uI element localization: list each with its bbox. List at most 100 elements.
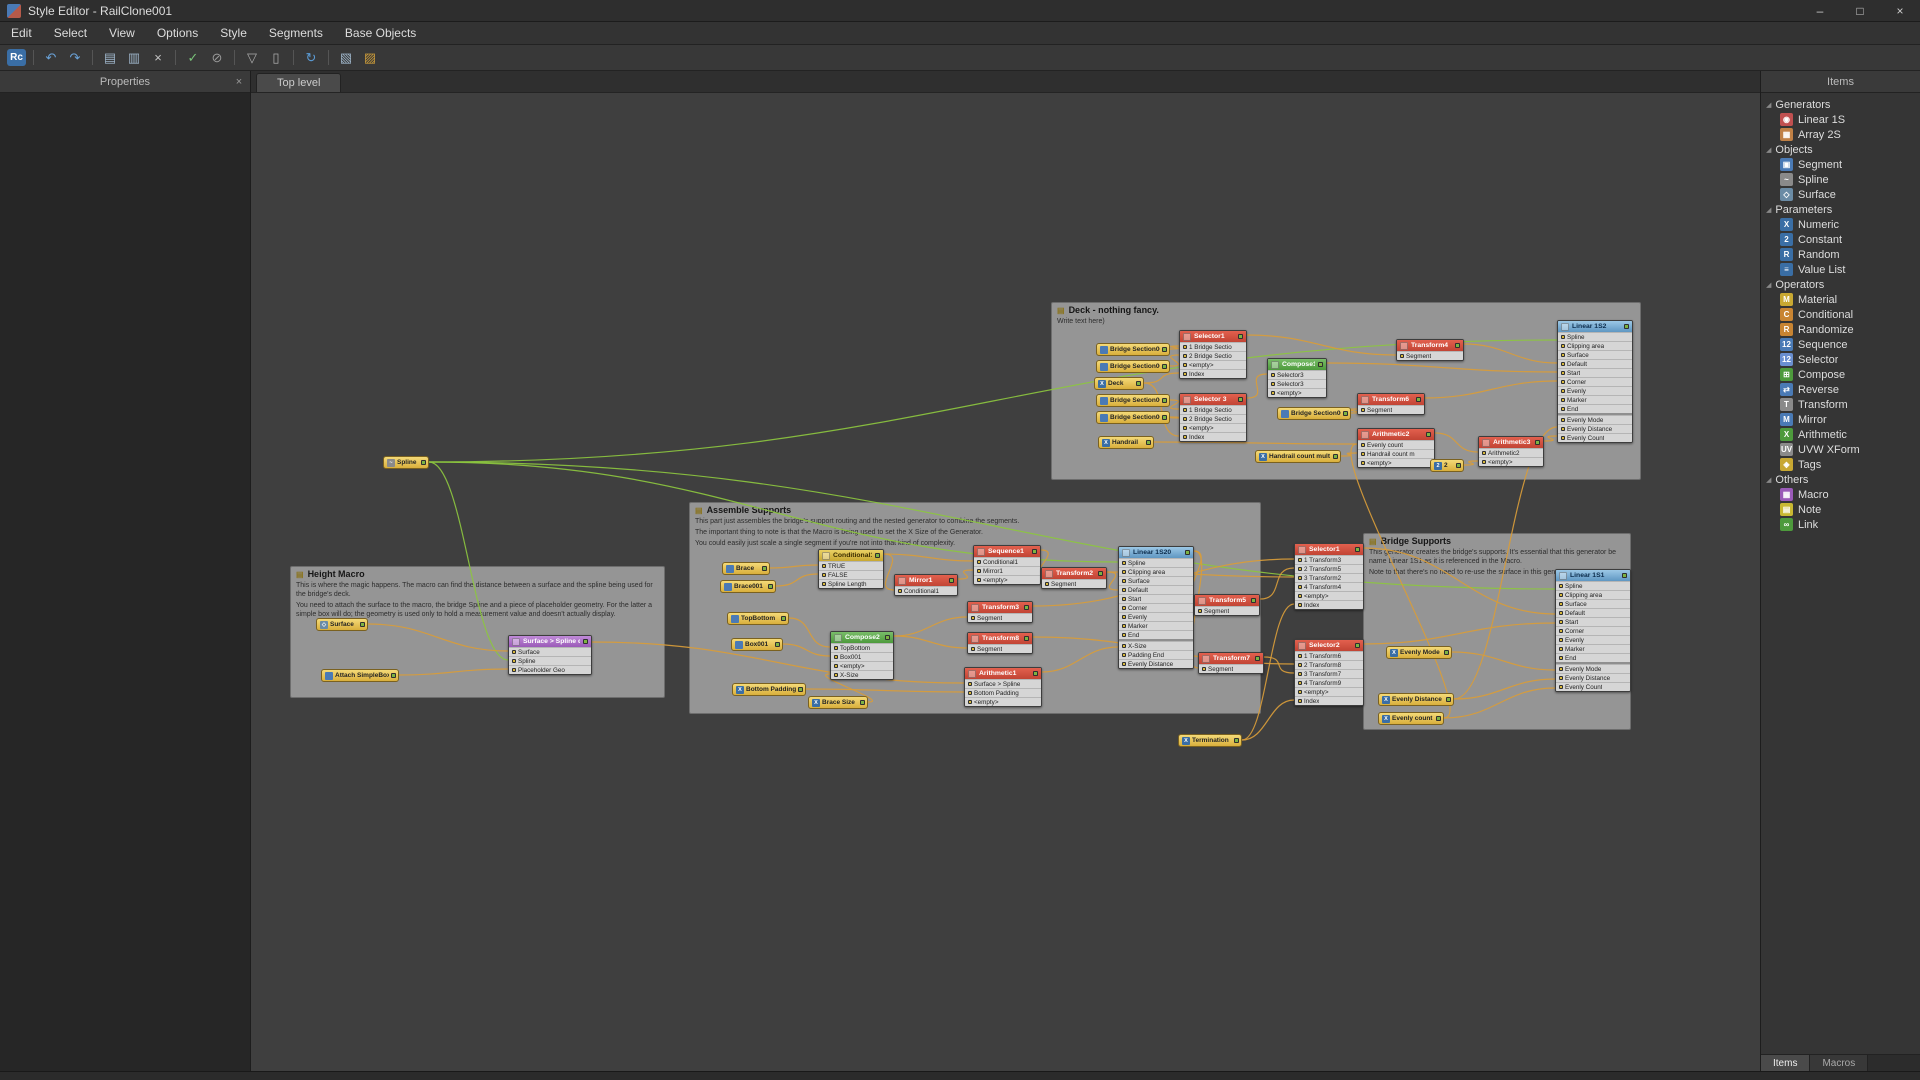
output-port[interactable] <box>1444 650 1449 655</box>
node-slot[interactable]: Marker <box>1558 395 1632 404</box>
node-evenly-mode[interactable]: XEvenly Mode <box>1386 646 1452 659</box>
sidebar-item-note[interactable]: ▤Note <box>1763 502 1918 517</box>
input-port[interactable] <box>512 659 516 663</box>
input-port[interactable] <box>1361 408 1365 412</box>
input-port[interactable] <box>1561 407 1565 411</box>
output-port[interactable] <box>1333 454 1338 459</box>
node-slot[interactable]: Segment <box>1358 405 1424 414</box>
menu-segments[interactable]: Segments <box>258 22 334 44</box>
output-port[interactable] <box>762 566 767 571</box>
node-slot[interactable]: Spline Length <box>819 579 883 588</box>
input-port[interactable] <box>1482 451 1486 455</box>
node-slot[interactable]: Index <box>1180 432 1246 441</box>
input-port[interactable] <box>1559 676 1563 680</box>
node-evenly-distance[interactable]: XEvenly Distance <box>1378 693 1454 706</box>
node-slot[interactable]: Spline <box>1556 581 1630 590</box>
node-brace-size[interactable]: XBrace Size <box>808 696 868 709</box>
tab-top-level[interactable]: Top level <box>256 73 341 92</box>
node-slot[interactable]: Spline <box>1119 558 1193 567</box>
section-parameters[interactable]: ◢Parameters <box>1763 202 1918 217</box>
node-selector-3[interactable]: Selector 31 Bridge Sectio2 Bridge Sectio… <box>1179 393 1247 442</box>
menu-style[interactable]: Style <box>209 22 258 44</box>
output-port[interactable] <box>1098 571 1103 576</box>
input-port[interactable] <box>1559 685 1563 689</box>
input-port[interactable] <box>1559 667 1563 671</box>
input-port[interactable] <box>1122 588 1126 592</box>
node-transform7[interactable]: Transform7Segment <box>1198 652 1264 674</box>
input-port[interactable] <box>1122 570 1126 574</box>
output-port[interactable] <box>1535 440 1540 445</box>
output-port[interactable] <box>1251 598 1256 603</box>
node-slot[interactable]: X-Size <box>831 670 893 679</box>
input-port[interactable] <box>1559 593 1563 597</box>
output-port[interactable] <box>1622 573 1627 578</box>
node-slot[interactable]: Bottom Padding <box>965 688 1041 697</box>
input-port[interactable] <box>1202 667 1206 671</box>
node-brace[interactable]: Brace <box>722 562 770 575</box>
node-bridge-section005[interactable]: Bridge Section005 <box>1096 394 1170 407</box>
delete-icon[interactable]: × <box>147 48 169 68</box>
node-slot[interactable]: Surface <box>509 647 591 656</box>
input-port[interactable] <box>971 647 975 651</box>
output-port[interactable] <box>775 642 780 647</box>
node-linear-1s20[interactable]: Linear 1S20SplineClipping areaSurfaceDef… <box>1118 546 1194 669</box>
node-slot[interactable]: Evenly <box>1558 386 1632 395</box>
output-port[interactable] <box>1234 738 1239 743</box>
input-port[interactable] <box>822 582 826 586</box>
input-port[interactable] <box>1559 611 1563 615</box>
input-port[interactable] <box>977 560 981 564</box>
redo-icon[interactable]: ↷ <box>64 48 86 68</box>
input-port[interactable] <box>1298 654 1302 658</box>
input-port[interactable] <box>1183 435 1187 439</box>
input-port[interactable] <box>834 664 838 668</box>
node-slot[interactable]: <empty> <box>1479 457 1543 466</box>
sidebar-item-array-2s[interactable]: ▦Array 2S <box>1763 127 1918 142</box>
input-port[interactable] <box>1559 584 1563 588</box>
disable-icon[interactable]: ⊘ <box>206 48 228 68</box>
node-handrail[interactable]: XHandrail <box>1098 436 1154 449</box>
node-transform3[interactable]: Transform3Segment <box>967 601 1033 623</box>
node-transform8[interactable]: Transform8Segment <box>967 632 1033 654</box>
sidebar-item-material[interactable]: MMaterial <box>1763 292 1918 307</box>
group-deck-nothing-fancy[interactable]: ▤Deck - nothing fancy.Write text here) <box>1051 302 1641 480</box>
input-port[interactable] <box>1271 382 1275 386</box>
sidebar-item-uvw-xform[interactable]: UVUVW XForm <box>1763 442 1918 457</box>
node-slot[interactable]: <empty> <box>1295 687 1363 696</box>
node-slot[interactable]: Marker <box>1119 621 1193 630</box>
sidebar-item-random[interactable]: RRandom <box>1763 247 1918 262</box>
panel-tab-macros[interactable]: Macros <box>1810 1055 1868 1071</box>
node-export-slot[interactable]: Evenly Count <box>1556 682 1630 691</box>
output-port[interactable] <box>875 553 880 558</box>
output-port[interactable] <box>1416 397 1421 402</box>
node-slot[interactable]: 3 Transform7 <box>1295 669 1363 678</box>
sidebar-item-arithmetic[interactable]: XArithmetic <box>1763 427 1918 442</box>
sidebar-item-linear-1s[interactable]: ◉Linear 1S <box>1763 112 1918 127</box>
input-port[interactable] <box>1183 354 1187 358</box>
node-export-slot[interactable]: Evenly Distance <box>1558 424 1632 433</box>
node-mirror1[interactable]: Mirror1Conditional1 <box>894 574 958 596</box>
node-slot[interactable]: 1 Bridge Sectio <box>1180 405 1246 414</box>
input-port[interactable] <box>1298 603 1302 607</box>
input-port[interactable] <box>822 573 826 577</box>
node-slot[interactable]: Handrail count m <box>1358 449 1434 458</box>
section-objects[interactable]: ◢Objects <box>1763 142 1918 157</box>
node-slot[interactable]: <empty> <box>1180 360 1246 369</box>
node-bridge-section001[interactable]: Bridge Section001 <box>1096 343 1170 356</box>
node-brace001[interactable]: Brace001 <box>720 580 776 593</box>
node-slot[interactable]: Selector3 <box>1268 379 1326 388</box>
node-slot[interactable]: <empty> <box>831 661 893 670</box>
output-port[interactable] <box>1024 605 1029 610</box>
output-port[interactable] <box>391 673 396 678</box>
horizontal-scrollbar[interactable] <box>0 1071 1920 1080</box>
close-button[interactable]: × <box>1880 0 1920 21</box>
node-transform2[interactable]: Transform2Segment <box>1041 567 1107 589</box>
input-port[interactable] <box>1559 647 1563 651</box>
input-port[interactable] <box>968 682 972 686</box>
node-bridge-section004[interactable]: Bridge Section004 <box>1096 360 1170 373</box>
output-port[interactable] <box>1162 347 1167 352</box>
sidebar-item-surface[interactable]: ◇Surface <box>1763 187 1918 202</box>
node-slot[interactable]: Clipping area <box>1556 590 1630 599</box>
node-transform6[interactable]: Transform6Segment <box>1357 393 1425 415</box>
node-box001[interactable]: Box001 <box>731 638 783 651</box>
node-slot[interactable]: Surface > Spline <box>965 679 1041 688</box>
